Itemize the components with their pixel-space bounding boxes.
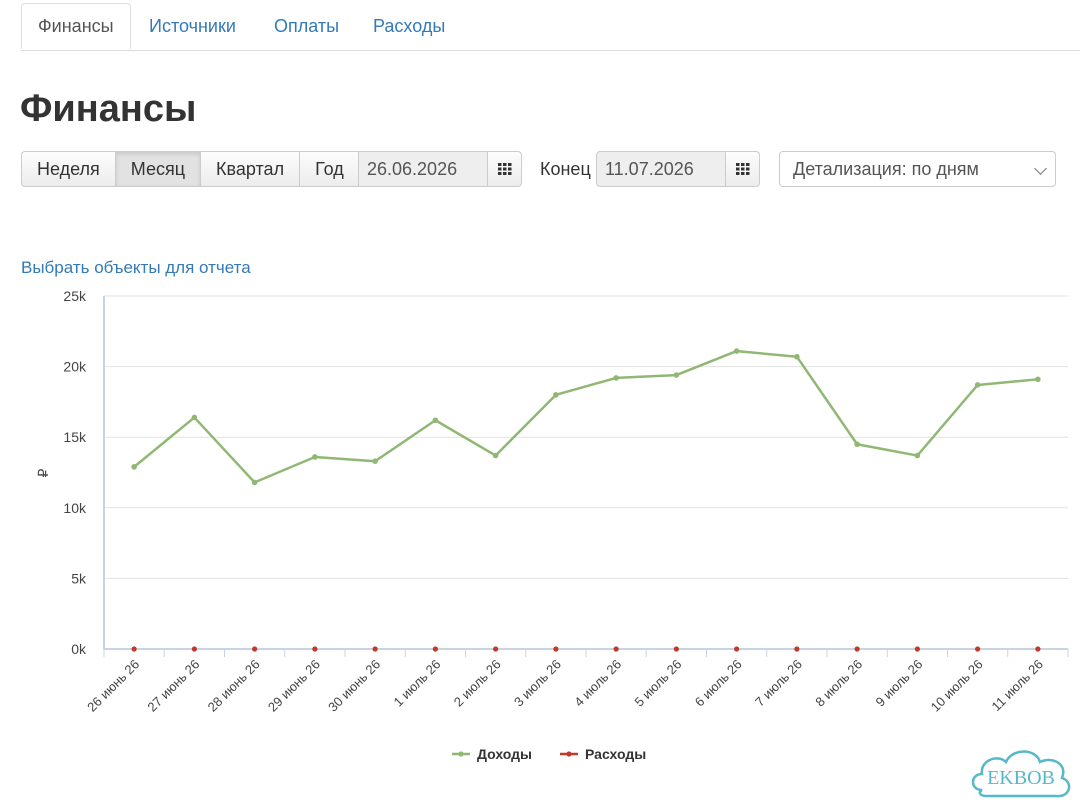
x-tick-label: 10 июль 26: [928, 657, 986, 715]
expense-point: [312, 646, 318, 652]
start-calendar-button[interactable]: [488, 152, 521, 186]
series-line-income: [133, 349, 1038, 484]
x-tick-label: 26 июнь 26: [84, 657, 142, 715]
tab-finance[interactable]: Финансы: [21, 3, 131, 49]
x-tick-label: 30 июнь 26: [325, 657, 383, 715]
end-calendar-button[interactable]: [726, 152, 759, 186]
income-point: [673, 372, 680, 378]
income-point: [854, 441, 860, 448]
chevron-down-icon: [1034, 162, 1047, 175]
y-tick-label: 10k: [63, 500, 87, 516]
legend-label: Доходы: [477, 746, 532, 762]
x-tick-label: 27 июнь 26: [144, 657, 202, 715]
calendar-grid-icon: [735, 163, 750, 175]
y-tick-label: 0k: [71, 641, 87, 657]
detail-select-value: Детализация: по дням: [793, 159, 979, 179]
expense-point: [1035, 646, 1041, 652]
expense-point: [914, 646, 920, 652]
expense-point: [613, 646, 619, 652]
watermark-text: EKBOB: [987, 767, 1055, 789]
expense-point: [432, 646, 438, 652]
expense-point: [191, 646, 197, 652]
legend-label: Расходы: [585, 746, 646, 762]
legend-marker: [458, 751, 464, 757]
income-point: [251, 479, 258, 486]
period-button-group: Неделя Месяц Квартал Год: [21, 151, 360, 187]
y-tick-label: 25k: [63, 288, 87, 304]
finance-chart: 0k 5k 10k 15k 20k 25k ₽26 июнь 26 27 июнь 26 28 …: [35, 288, 1069, 762]
period-year-button[interactable]: Год: [299, 151, 360, 187]
x-tick-label: 5 июль 26: [631, 657, 684, 710]
end-date-input[interactable]: 11.07.2026: [597, 152, 727, 186]
calendar-grid-icon: [497, 163, 512, 175]
y-axis-label: ₽: [35, 468, 51, 477]
x-tick-label: 3 июль 26: [511, 657, 564, 710]
income-point: [312, 454, 318, 460]
x-tick-label: 28 июнь 26: [205, 657, 263, 715]
x-tick-label: 7 июль 26: [752, 657, 805, 710]
x-tick-label: 2 июль 26: [451, 657, 504, 710]
period-quarter-button[interactable]: Квартал: [200, 151, 301, 187]
detail-select[interactable]: Детализация: по дням: [779, 151, 1056, 187]
income-point: [432, 417, 439, 424]
end-date-label: Конец: [540, 159, 591, 179]
expense-point: [975, 646, 981, 652]
expense-point: [854, 646, 860, 652]
expense-point: [131, 646, 137, 652]
select-objects-link[interactable]: Выбрать объекты для отчета: [21, 258, 251, 278]
income-point: [974, 382, 981, 388]
income-point: [914, 452, 921, 459]
y-tick-label: 5k: [71, 570, 87, 586]
page-title: Финансы: [20, 88, 197, 130]
income-point: [131, 464, 137, 470]
x-tick-label: 8 июль 26: [812, 657, 865, 710]
watermark-cloud-logo: EKBOB: [971, 750, 1071, 798]
start-date-field[interactable]: 26.06.2026: [358, 151, 522, 187]
end-date-field[interactable]: 11.07.2026: [596, 151, 760, 187]
expense-point: [794, 646, 800, 652]
period-week-button[interactable]: Неделя: [21, 151, 116, 187]
income-point: [191, 414, 198, 421]
tab-bar: Финансы Источники Оплаты Расходы: [21, 3, 1080, 51]
income-point: [1035, 376, 1041, 383]
expense-point: [553, 646, 559, 652]
income-point: [733, 348, 740, 354]
x-tick-label: 11 июль 26: [989, 657, 1046, 714]
expense-point: [493, 646, 499, 652]
tab-payments[interactable]: Оплаты: [256, 3, 357, 49]
expense-point: [673, 646, 679, 652]
x-tick-label: 1 июль 26: [390, 657, 443, 710]
income-point: [613, 375, 619, 381]
start-date-input[interactable]: 26.06.2026: [359, 152, 489, 186]
y-tick-label: 20k: [63, 359, 87, 375]
x-tick-label: 29 июнь 26: [265, 657, 323, 715]
income-point: [553, 392, 559, 398]
tab-sources[interactable]: Источники: [131, 3, 254, 49]
x-tick-label: 9 июль 26: [872, 657, 925, 710]
period-month-button[interactable]: Месяц: [114, 151, 202, 187]
x-tick-label: 6 июль 26: [692, 657, 745, 710]
expense-point: [372, 646, 378, 652]
income-point: [372, 458, 378, 465]
income-point: [492, 452, 499, 459]
y-tick-label: 15k: [63, 429, 87, 445]
tab-expenses[interactable]: Расходы: [355, 3, 463, 49]
legend-marker: [566, 751, 572, 757]
income-point: [794, 353, 800, 360]
x-tick-label: 4 июль 26: [571, 657, 624, 710]
expense-point: [252, 646, 258, 652]
expense-point: [734, 646, 740, 652]
